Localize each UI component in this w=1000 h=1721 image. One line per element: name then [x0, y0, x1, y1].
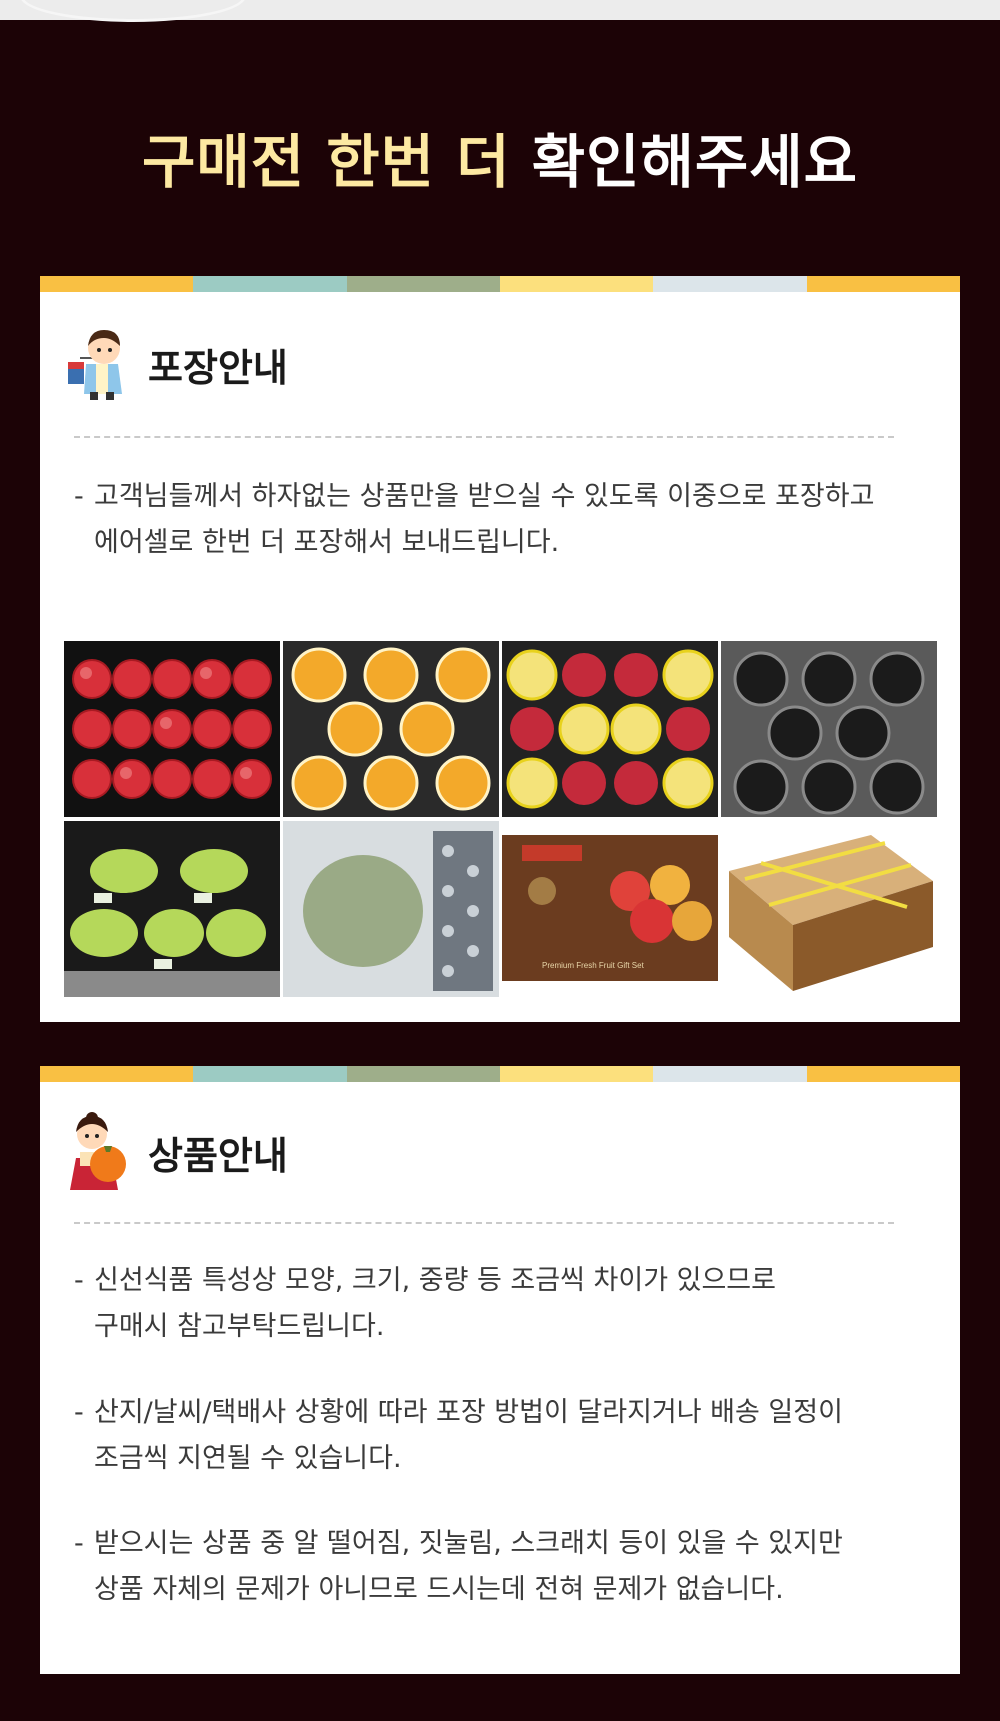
- packaging-description: - 고객님들께서 하자없는 상품만을 받으실 수 있도록 이중으로 포장하고 에…: [74, 481, 875, 558]
- packaging-heading: 포장안내: [66, 324, 288, 404]
- product-note-3: - 받으시는 상품 중 알 떨어짐, 짓눌림, 스크래치 등이 있을 수 있지만…: [74, 1528, 843, 1605]
- page-title: 구매전 한번 더 확인해주세요: [0, 122, 1000, 202]
- product-heading: 상품안내: [66, 1112, 288, 1192]
- product-title: 상품안내: [148, 1133, 288, 1178]
- taped-box-photo: [721, 821, 937, 997]
- color-stripe: [40, 276, 960, 292]
- boy-with-lantern-icon: [68, 330, 122, 400]
- grape-bags-photo: [64, 821, 280, 997]
- gift-box-label: Premium Fresh Fruit Gift Set: [542, 961, 644, 970]
- product-card: 상품안내 - 신선식품 특성상 모양, 크기, 중량 등 조금씩 차이가 있으므…: [40, 1066, 960, 1674]
- dashed-divider: [74, 436, 894, 438]
- product-note-1: - 신선식품 특성상 모양, 크기, 중량 등 조금씩 차이가 있으므로 구매시…: [74, 1265, 776, 1342]
- top-strip: [0, 0, 1000, 22]
- apple-tray-photo: [64, 641, 280, 817]
- gift-box-photo: Premium Fresh Fruit Gift Set: [502, 821, 718, 997]
- title-rest: 확인해주세요: [531, 128, 858, 196]
- air-cell-bag-photo: [283, 821, 499, 997]
- decorative-arc: [20, 0, 246, 22]
- girl-with-persimmon-icon: [70, 1112, 126, 1190]
- packaging-photo-grid: Premium Fresh Fruit Gift Set: [64, 641, 938, 997]
- mixed-fruit-tray-photo: [502, 641, 718, 817]
- product-note-2: - 산지/날씨/택배사 상황에 따라 포장 방법이 달라지거나 배송 일정이 조…: [74, 1397, 843, 1474]
- dashed-divider: [74, 1222, 894, 1224]
- color-stripe: [40, 1066, 960, 1082]
- packaging-card: 포장안내 - 고객님들께서 하자없는 상품만을 받으실 수 있도록 이중으로 포…: [40, 276, 960, 1022]
- title-highlight: 구매전 한번 더: [142, 128, 511, 196]
- packaging-title: 포장안내: [148, 345, 288, 390]
- pear-tray-photo: [283, 641, 499, 817]
- empty-tray-photo: [721, 641, 937, 817]
